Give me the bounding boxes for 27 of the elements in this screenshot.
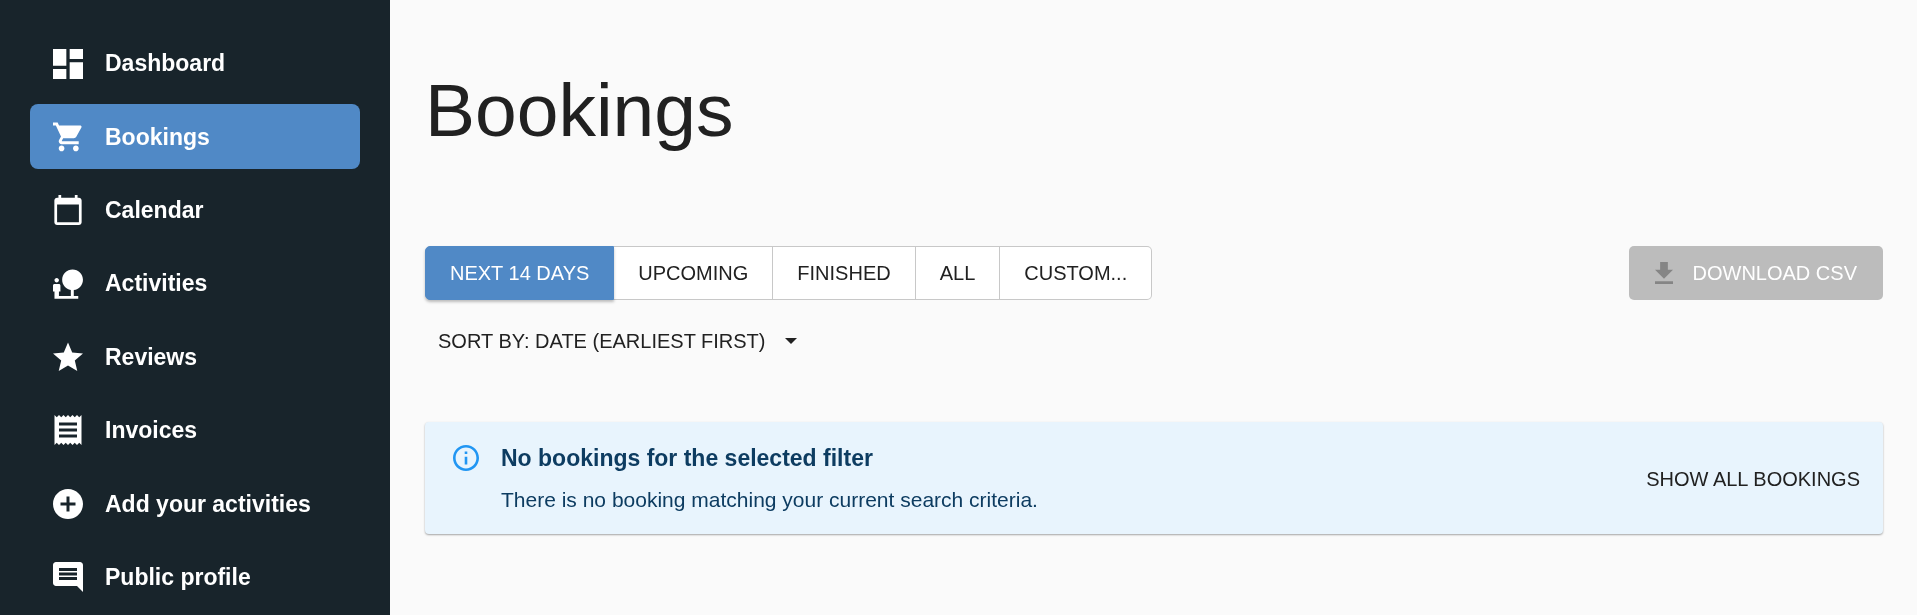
alert-message: There is no booking matching your current search criteria. (501, 487, 1038, 513)
caret-icon (785, 338, 798, 344)
speech-bubble-icon (53, 562, 83, 593)
cart-icon (53, 121, 83, 152)
sidebar-item[interactable]: Dashboard (30, 31, 360, 96)
calendar-icon (53, 195, 83, 226)
filter-tab[interactable]: FINISHED (773, 246, 916, 300)
sidebar-item[interactable]: Activities (30, 251, 360, 317)
filter-tab[interactable]: NEXT 14 DAYS (425, 246, 615, 300)
tree-person-icon (53, 268, 83, 299)
sidebar-item[interactable]: Bookings (30, 104, 360, 170)
sidebar-item[interactable]: Add your activities (30, 471, 360, 537)
alert-title: No bookings for the selected filter (501, 444, 873, 473)
sort-dropdown[interactable]: SORT BY: DATE (EARLIEST FIRST) (438, 327, 798, 355)
filter-tab[interactable]: ALL (915, 246, 1001, 300)
sidebar-item[interactable]: Public profile (30, 544, 360, 610)
star-icon (53, 342, 83, 373)
info-icon (453, 445, 479, 471)
sidebar-item[interactable]: Calendar (30, 177, 360, 243)
download-icon (1654, 262, 1673, 284)
filter-tab[interactable]: CUSTOM... (1000, 246, 1153, 300)
grid-icon (53, 48, 83, 79)
sidebar-item[interactable]: Invoices (30, 397, 360, 463)
sidebar-item[interactable]: Reviews (30, 324, 360, 390)
filter-tab[interactable]: UPCOMING (614, 246, 774, 300)
show-all-bookings-button[interactable]: SHOW ALL BOOKINGS (1646, 464, 1860, 493)
receipt-icon (53, 415, 83, 446)
